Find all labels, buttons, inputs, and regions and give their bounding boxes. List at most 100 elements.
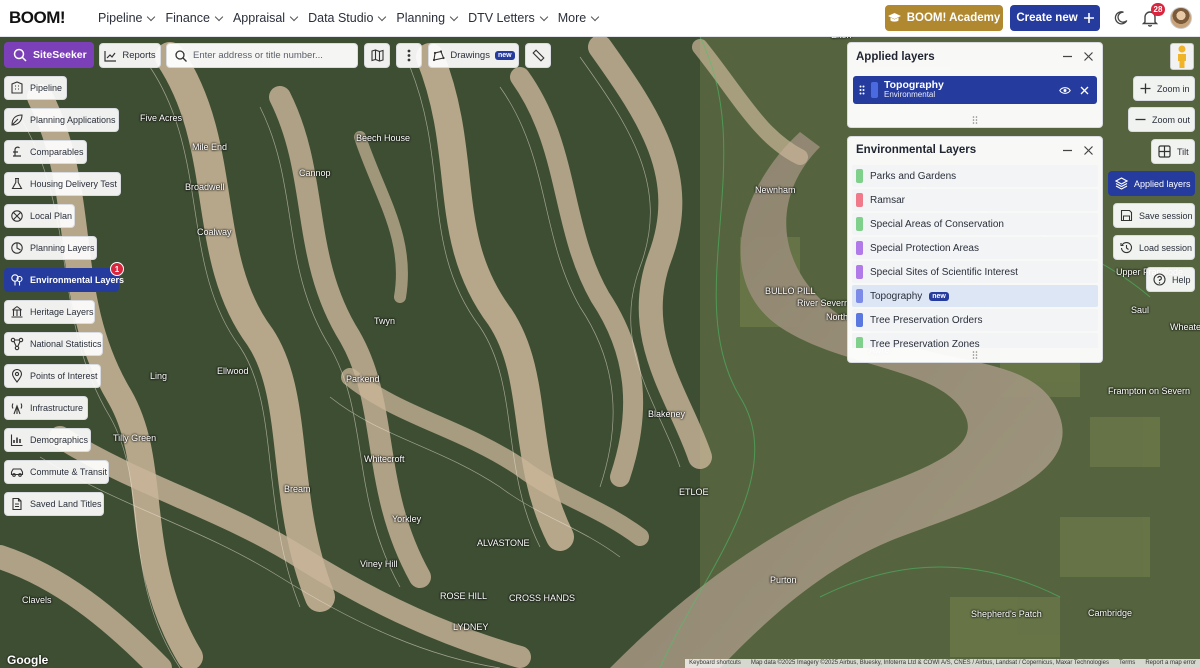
load-session-button[interactable]: Load session: [1113, 235, 1195, 260]
map-place-label: Blakeney: [648, 409, 686, 419]
layer-option-special-sites-of-scientific-interest[interactable]: Special Sites of Scientific Interest: [852, 261, 1098, 283]
map-place-label: Ling: [150, 371, 168, 381]
plus-icon: [1140, 83, 1151, 94]
sidebar-item-housing-delivery-test[interactable]: Housing Delivery Test: [4, 172, 121, 196]
create-new-button[interactable]: Create new: [1010, 5, 1100, 31]
address-search-input[interactable]: [193, 50, 353, 61]
sidebar-item-local-plan[interactable]: Local Plan: [4, 204, 75, 228]
network-icon: [10, 337, 24, 351]
sidebar-item-saved-land-titles[interactable]: Saved Land Titles: [4, 492, 104, 516]
minimize-icon[interactable]: [1062, 51, 1073, 62]
drawings-button[interactable]: Drawings new: [428, 43, 519, 68]
street-view-pegman[interactable]: [1170, 43, 1194, 70]
zoom-in-label: Zoom in: [1157, 83, 1190, 94]
sidebar-item-commute-and-transit[interactable]: Commute & Transit: [4, 460, 109, 484]
help-button[interactable]: Help: [1146, 267, 1195, 292]
layer-option-tree-preservation-zones[interactable]: Tree Preservation Zones: [852, 333, 1098, 348]
sidebar-item-demographics[interactable]: Demographics: [4, 428, 91, 452]
nav-appraisal[interactable]: Appraisal: [233, 11, 299, 25]
drag-handle-icon[interactable]: [859, 85, 865, 95]
sidebar-item-points-of-interest[interactable]: Points of Interest: [4, 364, 101, 388]
dark-mode-moon-icon[interactable]: [1114, 11, 1128, 25]
close-icon[interactable]: [1083, 145, 1094, 156]
sidebar-item-infrastructure[interactable]: Infrastructure: [4, 396, 88, 420]
sidebar-item-planning-layers[interactable]: Planning Layers: [4, 236, 97, 260]
nav-pipeline[interactable]: Pipeline: [98, 11, 156, 25]
user-avatar[interactable]: [1170, 7, 1192, 29]
tilt-button[interactable]: Tilt: [1151, 139, 1195, 164]
sidebar-item-comparables[interactable]: Comparables: [4, 140, 87, 164]
siteseeker-button[interactable]: SiteSeeker: [4, 42, 94, 68]
layer-option-tree-preservation-orders[interactable]: Tree Preservation Orders: [852, 309, 1098, 331]
map-place-label: Twyn: [374, 316, 396, 326]
sidebar-item-label: Commute & Transit: [30, 467, 108, 477]
close-icon[interactable]: [1083, 51, 1094, 62]
layer-color-swatch: [856, 265, 863, 279]
address-search-box[interactable]: [166, 43, 358, 68]
minimize-icon[interactable]: [1062, 145, 1073, 156]
nav-data-studio[interactable]: Data Studio: [308, 11, 387, 25]
map-type-button[interactable]: [364, 43, 390, 68]
search-icon: [175, 49, 187, 62]
pin-icon: [11, 369, 23, 383]
sidebar-item-environmental-layers[interactable]: Environmental Layers 1: [4, 262, 124, 292]
layer-option-special-protection-areas[interactable]: Special Protection Areas: [852, 237, 1098, 259]
sidebar-item-label: Planning Applications: [30, 115, 116, 125]
measure-button[interactable]: [525, 43, 551, 68]
resize-grip[interactable]: [848, 351, 1102, 359]
save-session-button[interactable]: Save session: [1113, 203, 1195, 228]
more-options-button[interactable]: [396, 43, 422, 68]
sidebar-item-heritage-layers[interactable]: Heritage Layers: [4, 300, 95, 324]
siteseeker-label: SiteSeeker: [33, 49, 87, 61]
sidebar-item-planning-applications[interactable]: Planning Applications: [4, 108, 119, 132]
zoom-out-button[interactable]: Zoom out: [1128, 107, 1195, 132]
drawings-label: Drawings: [450, 50, 490, 61]
save-session-label: Save session: [1139, 210, 1193, 221]
nav-dtv-letters[interactable]: DTV Letters: [468, 11, 549, 25]
sidebar-item-national-statistics[interactable]: National Statistics: [4, 332, 103, 356]
nav-finance[interactable]: Finance: [165, 11, 224, 25]
layer-option-special-areas-of-conservation[interactable]: Special Areas of Conservation: [852, 213, 1098, 235]
layer-color-swatch: [856, 337, 863, 348]
tilt-label: Tilt: [1177, 146, 1189, 157]
applied-layers-toggle-button[interactable]: Applied layers: [1108, 171, 1195, 196]
map-place-label: Broadwell: [185, 182, 225, 192]
new-badge: new: [929, 291, 949, 301]
top-navigation-bar: BOOM! Pipeline Finance Appraisal Data St…: [0, 0, 1200, 37]
map-place-label: ETLOE: [679, 487, 709, 497]
layer-option-parks-and-gardens[interactable]: Parks and Gardens: [852, 165, 1098, 187]
academy-label: BOOM! Academy: [906, 12, 1001, 24]
vertical-dots-icon: [407, 49, 411, 62]
layer-option-label: Topography: [870, 290, 923, 302]
zoom-in-button[interactable]: Zoom in: [1133, 76, 1195, 101]
sidebar-item-label: Environmental Layers: [30, 275, 125, 285]
eye-visibility-icon[interactable]: [1059, 86, 1071, 95]
report-error-link[interactable]: Report a map error: [1145, 660, 1196, 667]
resize-grip[interactable]: [848, 116, 1102, 124]
keyboard-shortcuts-link[interactable]: Keyboard shortcuts: [689, 660, 741, 667]
map-place-label: Five Acres: [140, 113, 183, 123]
reports-button[interactable]: Reports: [99, 43, 161, 68]
pegman-icon: [1178, 45, 1186, 68]
terms-link[interactable]: Terms: [1119, 660, 1135, 667]
flask-icon: [11, 177, 23, 190]
nav-more[interactable]: More: [558, 11, 600, 25]
line-chart-icon: [104, 50, 117, 62]
reports-label: Reports: [122, 50, 156, 61]
sidebar-item-label: Infrastructure: [30, 403, 84, 413]
sidebar-item-label: National Statistics: [30, 339, 102, 349]
academy-button[interactable]: BOOM! Academy: [885, 5, 1003, 31]
remove-layer-close-icon[interactable]: [1080, 86, 1089, 95]
map-place-label: Coalway: [197, 227, 232, 237]
sidebar-item-pipeline[interactable]: Pipeline: [4, 76, 67, 100]
app-logo[interactable]: BOOM!: [0, 8, 98, 28]
map-attribution: Keyboard shortcuts Map data ©2025 Imager…: [685, 659, 1200, 668]
map-place-label: Whitecroft: [364, 454, 405, 464]
applied-layer-topography[interactable]: Topography Environmental: [853, 76, 1097, 104]
layer-option-topography[interactable]: Topography new: [852, 285, 1098, 307]
pound-icon: [13, 146, 21, 157]
layer-option-ramsar[interactable]: Ramsar: [852, 189, 1098, 211]
nav-planning[interactable]: Planning: [396, 11, 459, 25]
sidebar-item-label: Housing Delivery Test: [30, 179, 117, 189]
environmental-layer-list[interactable]: Parks and Gardens Ramsar Special Areas of …: [848, 165, 1102, 348]
